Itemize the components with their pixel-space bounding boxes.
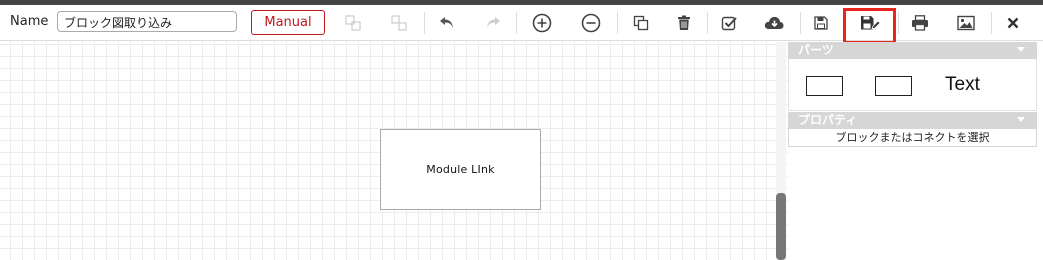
highlight-box xyxy=(843,8,896,44)
part-text[interactable]: Text xyxy=(945,74,980,96)
zoom-out-button[interactable] xyxy=(576,9,606,37)
redo-button[interactable] xyxy=(478,9,508,37)
cloud-download-icon xyxy=(764,16,784,29)
separator xyxy=(707,12,708,34)
side-panel: パーツ Text プロパティ ブロックまたはコネクトを選択 xyxy=(788,42,1043,260)
close-button[interactable] xyxy=(998,9,1028,37)
separator xyxy=(424,12,425,34)
parts-section-header[interactable]: パーツ xyxy=(788,42,1037,59)
ungroup-button[interactable] xyxy=(384,9,414,37)
trash-icon xyxy=(678,15,690,30)
separator xyxy=(617,12,618,34)
properties-content: ブロックまたはコネクトを選択 xyxy=(788,129,1037,147)
separator xyxy=(991,12,992,34)
group-button[interactable] xyxy=(338,9,368,37)
image-button[interactable] xyxy=(951,9,981,37)
vertical-scrollbar[interactable] xyxy=(776,42,786,260)
ungroup-icon xyxy=(391,15,407,31)
print-icon xyxy=(912,15,928,31)
separator xyxy=(898,12,899,34)
manual-button[interactable]: Manual xyxy=(251,10,325,35)
module-block[interactable]: Module LInk xyxy=(380,129,541,210)
zoom-in-button[interactable] xyxy=(527,9,557,37)
save-icon xyxy=(814,16,828,30)
copy-icon xyxy=(633,15,649,31)
name-label: Name xyxy=(10,14,49,29)
check-button[interactable] xyxy=(714,9,744,37)
collapse-arrow-icon xyxy=(1017,117,1025,122)
zoom-out-icon xyxy=(581,13,601,33)
collapse-arrow-icon xyxy=(1017,47,1025,52)
parts-palette: Text xyxy=(788,59,1037,111)
print-button[interactable] xyxy=(905,9,935,37)
part-block-shape[interactable] xyxy=(806,76,843,96)
scrollbar-thumb[interactable] xyxy=(776,193,786,260)
save-button[interactable] xyxy=(806,9,836,37)
group-icon xyxy=(345,15,361,31)
part-block-shape-2[interactable] xyxy=(875,76,912,96)
separator xyxy=(516,12,517,34)
properties-section-header[interactable]: プロパティ xyxy=(788,112,1037,129)
separator xyxy=(800,12,801,34)
delete-button[interactable] xyxy=(669,9,699,37)
undo-icon xyxy=(440,17,453,28)
name-input[interactable]: ブロック図取り込み xyxy=(57,11,237,32)
copy-button[interactable] xyxy=(626,9,656,37)
module-label: Module LInk xyxy=(426,163,495,176)
close-icon xyxy=(1007,17,1019,29)
zoom-in-icon xyxy=(532,13,552,33)
download-button[interactable] xyxy=(759,9,789,37)
diagram-canvas[interactable]: Module LInk xyxy=(0,42,788,260)
parts-title: パーツ xyxy=(798,43,834,57)
image-icon xyxy=(957,15,975,31)
undo-button[interactable] xyxy=(432,9,462,37)
properties-title: プロパティ xyxy=(798,113,858,127)
check-icon xyxy=(721,16,737,31)
redo-icon xyxy=(487,17,500,28)
